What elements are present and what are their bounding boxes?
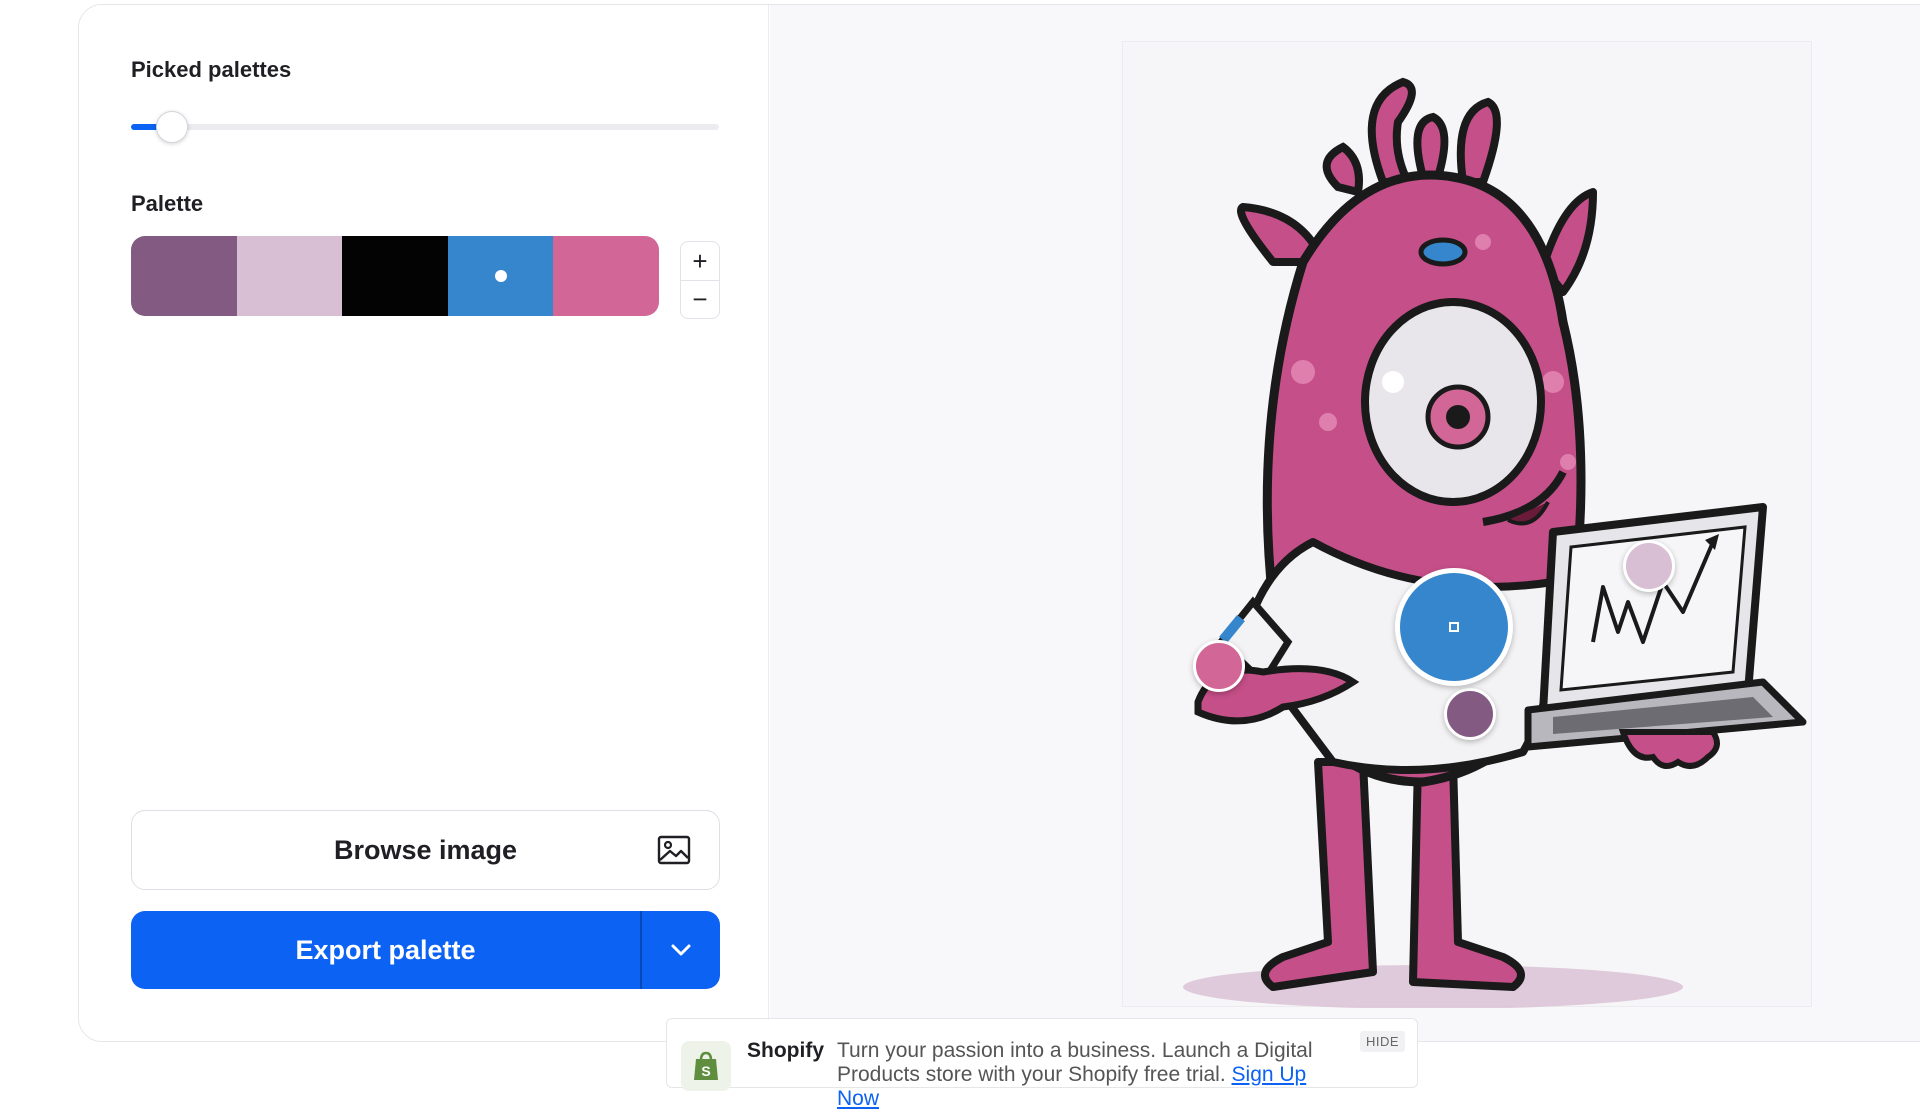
slider-thumb[interactable] xyxy=(156,111,189,143)
palette-swatch-3[interactable] xyxy=(342,236,448,316)
picker-marker-4[interactable] xyxy=(1395,568,1513,686)
ad-hide-button[interactable]: HIDE xyxy=(1359,1031,1405,1052)
shopify-bag-icon: S xyxy=(681,1041,731,1091)
picker-marker-2[interactable] xyxy=(1623,540,1675,592)
picker-marker-5[interactable] xyxy=(1193,640,1245,692)
palette-swatch-1[interactable] xyxy=(131,236,237,316)
picked-palettes-slider[interactable] xyxy=(131,111,719,143)
export-palette-button-group: Export palette xyxy=(131,911,720,989)
slider-track[interactable] xyxy=(131,124,719,130)
palette-strip xyxy=(131,236,659,316)
palette-swatch-5[interactable] xyxy=(553,236,659,316)
browse-image-button[interactable]: Browse image xyxy=(131,810,720,890)
palette-generator-card: Picked palettes Palette + − Browse image… xyxy=(78,4,1920,1042)
picker-marker-1[interactable] xyxy=(1444,688,1496,740)
export-palette-button[interactable]: Export palette xyxy=(131,911,640,989)
picker-center-icon xyxy=(1449,622,1459,632)
palette-label: Palette xyxy=(131,191,204,216)
selected-swatch-dot xyxy=(494,270,507,282)
palette-size-stepper: + − xyxy=(680,241,720,319)
add-color-button[interactable]: + xyxy=(681,242,719,280)
chevron-down-icon xyxy=(671,944,691,956)
remove-color-button[interactable]: − xyxy=(681,280,719,318)
picked-palettes-label: Picked palettes xyxy=(131,57,292,82)
image-preview-area xyxy=(770,5,1920,1041)
export-options-button[interactable] xyxy=(642,911,720,989)
image-canvas[interactable] xyxy=(1122,41,1812,1009)
browse-image-label: Browse image xyxy=(333,834,518,865)
palette-swatch-4[interactable] xyxy=(447,236,554,316)
ad-brand: Shopify xyxy=(747,1039,824,1062)
controls-panel: Picked palettes Palette + − Browse image… xyxy=(79,5,769,1041)
image-icon xyxy=(657,835,691,865)
ad-banner[interactable]: S Shopify Turn your passion into a busin… xyxy=(666,1018,1418,1110)
ad-text: Turn your passion into a business. Launc… xyxy=(837,1039,1347,1111)
palette-swatch-2[interactable] xyxy=(236,236,343,316)
monster-illustration xyxy=(1183,77,1807,1009)
svg-text:S: S xyxy=(701,1063,710,1079)
